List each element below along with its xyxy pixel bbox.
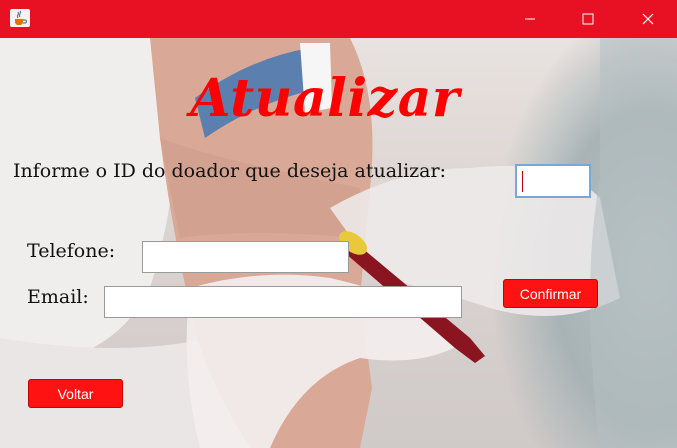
close-icon: [642, 13, 654, 25]
page-title: Atualizar: [190, 68, 460, 129]
back-button[interactable]: Voltar: [28, 379, 123, 408]
phone-input[interactable]: [142, 241, 349, 273]
text-caret: [522, 171, 523, 192]
minimize-icon: [525, 18, 535, 20]
donor-id-input[interactable]: [515, 164, 591, 198]
phone-label: Telefone:: [27, 240, 116, 262]
donor-id-label: Informe o ID do doador que deseja atuali…: [13, 160, 446, 182]
java-cup-icon: [10, 9, 30, 27]
app-window: Atualizar Informe o ID do doador que des…: [0, 0, 677, 448]
minimize-button[interactable]: [501, 0, 559, 38]
confirm-button[interactable]: Confirmar: [503, 279, 598, 308]
email-label: Email:: [27, 286, 89, 308]
maximize-button[interactable]: [559, 0, 617, 38]
close-button[interactable]: [619, 0, 677, 38]
email-input[interactable]: [104, 286, 462, 318]
title-bar[interactable]: [0, 0, 677, 38]
maximize-icon: [582, 13, 594, 25]
